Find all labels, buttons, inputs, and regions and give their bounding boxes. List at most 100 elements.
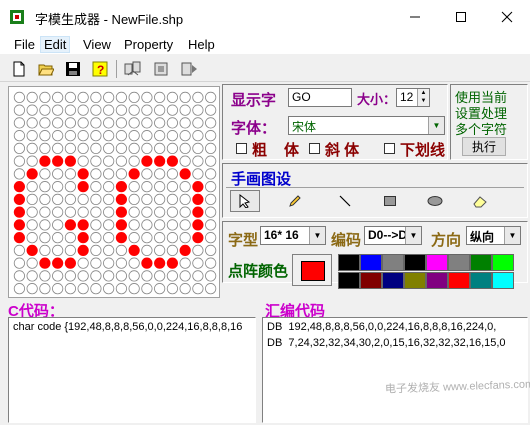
dot-off[interactable] bbox=[90, 181, 102, 193]
dot-off[interactable] bbox=[103, 193, 115, 206]
dot-off[interactable] bbox=[205, 130, 217, 142]
dot-off[interactable] bbox=[154, 219, 166, 231]
dot-matrix-canvas[interactable] bbox=[8, 86, 220, 298]
ellipse-tool-button[interactable] bbox=[425, 192, 445, 210]
dot-on[interactable] bbox=[64, 155, 77, 167]
dot-on[interactable] bbox=[13, 232, 25, 244]
dot-off[interactable] bbox=[128, 257, 140, 269]
dot-off[interactable] bbox=[128, 130, 140, 142]
dot-off[interactable] bbox=[141, 104, 153, 116]
dot-off[interactable] bbox=[205, 142, 217, 155]
dot-off[interactable] bbox=[77, 91, 89, 103]
dot-off[interactable] bbox=[90, 155, 102, 167]
dot-off[interactable] bbox=[205, 117, 217, 129]
dot-off[interactable] bbox=[77, 155, 89, 167]
dot-off[interactable] bbox=[52, 193, 64, 206]
type-select[interactable]: 16* 16 ▼ bbox=[260, 226, 326, 245]
palette-swatch[interactable] bbox=[426, 272, 448, 289]
bold-checkbox[interactable] bbox=[236, 143, 247, 154]
eraser-tool-button[interactable] bbox=[470, 192, 490, 210]
dot-on[interactable] bbox=[166, 257, 178, 269]
pointer-tool-button[interactable] bbox=[230, 190, 260, 212]
palette-swatch[interactable] bbox=[404, 272, 426, 289]
line-tool-button[interactable] bbox=[335, 192, 355, 210]
dot-off[interactable] bbox=[166, 270, 178, 282]
dot-off[interactable] bbox=[192, 117, 204, 129]
dot-off[interactable] bbox=[39, 104, 51, 116]
dot-on[interactable] bbox=[26, 168, 38, 180]
dot-off[interactable] bbox=[77, 117, 89, 129]
menu-edit[interactable]: Edit bbox=[39, 36, 71, 53]
dot-off[interactable] bbox=[64, 283, 77, 295]
tool-b-icon[interactable] bbox=[152, 59, 172, 79]
dot-on[interactable] bbox=[166, 155, 178, 167]
asm-code-textarea[interactable]: DB 192,48,8,8,8,56,0,0,224,16,8,8,8,16,2… bbox=[262, 317, 528, 423]
dot-off[interactable] bbox=[103, 168, 115, 180]
maximize-button[interactable] bbox=[438, 0, 484, 34]
dot-off[interactable] bbox=[90, 257, 102, 269]
dot-on[interactable] bbox=[77, 181, 89, 193]
menu-file[interactable]: File bbox=[14, 37, 35, 52]
dot-off[interactable] bbox=[26, 104, 38, 116]
dot-off[interactable] bbox=[103, 181, 115, 193]
dot-off[interactable] bbox=[128, 219, 140, 231]
dot-off[interactable] bbox=[179, 117, 191, 129]
dot-off[interactable] bbox=[39, 91, 51, 103]
dot-off[interactable] bbox=[205, 232, 217, 244]
dot-off[interactable] bbox=[90, 142, 102, 155]
palette-swatch[interactable] bbox=[360, 272, 382, 289]
dot-off[interactable] bbox=[26, 193, 38, 206]
dot-off[interactable] bbox=[154, 244, 166, 256]
dot-off[interactable] bbox=[13, 283, 25, 295]
dot-off[interactable] bbox=[141, 181, 153, 193]
dot-on[interactable] bbox=[192, 193, 204, 206]
dot-on[interactable] bbox=[154, 257, 166, 269]
dot-off[interactable] bbox=[205, 193, 217, 206]
dot-off[interactable] bbox=[179, 219, 191, 231]
palette-swatch[interactable] bbox=[470, 254, 492, 271]
dot-off[interactable] bbox=[77, 193, 89, 206]
dot-off[interactable] bbox=[179, 283, 191, 295]
dot-off[interactable] bbox=[13, 168, 25, 180]
dot-off[interactable] bbox=[103, 219, 115, 231]
dot-off[interactable] bbox=[115, 91, 128, 103]
dot-off[interactable] bbox=[141, 219, 153, 231]
dot-off[interactable] bbox=[90, 219, 102, 231]
dot-off[interactable] bbox=[26, 206, 38, 218]
dot-off[interactable] bbox=[115, 130, 128, 142]
dot-off[interactable] bbox=[26, 257, 38, 269]
dot-off[interactable] bbox=[39, 219, 51, 231]
dot-off[interactable] bbox=[103, 206, 115, 218]
dot-off[interactable] bbox=[39, 283, 51, 295]
palette-swatch[interactable] bbox=[492, 272, 514, 289]
dot-off[interactable] bbox=[166, 206, 178, 218]
dot-off[interactable] bbox=[77, 104, 89, 116]
dot-off[interactable] bbox=[141, 91, 153, 103]
tool-a-icon[interactable] bbox=[123, 59, 143, 79]
dot-on[interactable] bbox=[77, 244, 89, 256]
dot-off[interactable] bbox=[141, 244, 153, 256]
save-disk-icon[interactable] bbox=[63, 59, 83, 79]
dot-off[interactable] bbox=[26, 232, 38, 244]
dot-off[interactable] bbox=[115, 244, 128, 256]
palette-swatch[interactable] bbox=[426, 254, 448, 271]
dot-off[interactable] bbox=[26, 117, 38, 129]
dot-off[interactable] bbox=[154, 168, 166, 180]
dot-off[interactable] bbox=[154, 232, 166, 244]
dot-off[interactable] bbox=[52, 270, 64, 282]
dot-off[interactable] bbox=[77, 257, 89, 269]
dot-off[interactable] bbox=[103, 155, 115, 167]
dot-off[interactable] bbox=[103, 283, 115, 295]
dot-on[interactable] bbox=[52, 155, 64, 167]
dot-off[interactable] bbox=[128, 117, 140, 129]
dot-off[interactable] bbox=[205, 270, 217, 282]
dot-on[interactable] bbox=[115, 232, 128, 244]
dot-off[interactable] bbox=[64, 91, 77, 103]
palette-swatch[interactable] bbox=[382, 254, 404, 271]
dot-off[interactable] bbox=[103, 130, 115, 142]
palette-swatch[interactable] bbox=[404, 254, 426, 271]
dot-off[interactable] bbox=[52, 206, 64, 218]
dot-off[interactable] bbox=[13, 257, 25, 269]
dot-off[interactable] bbox=[166, 91, 178, 103]
palette-swatch[interactable] bbox=[448, 272, 470, 289]
